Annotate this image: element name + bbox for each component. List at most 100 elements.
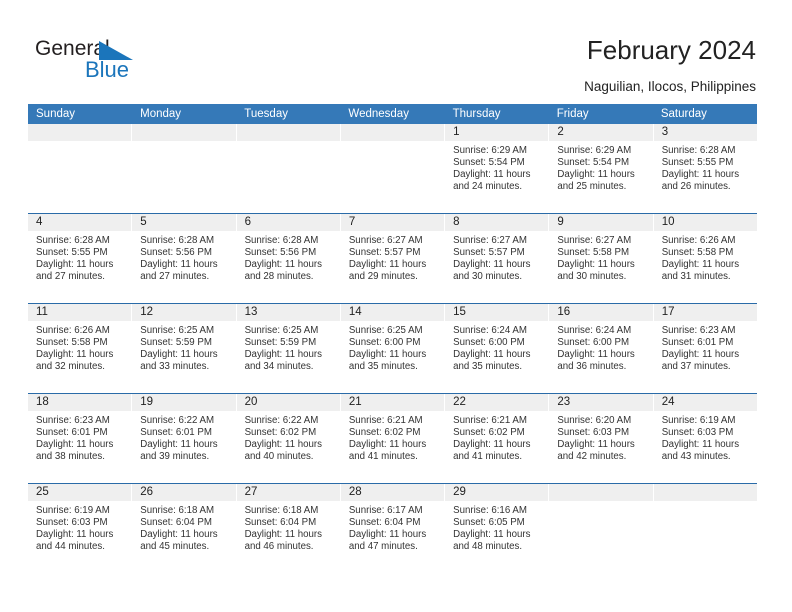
sunset-text: Sunset: 5:58 PM [557, 246, 630, 258]
day-number: 15 [453, 306, 466, 318]
logo-text-blue: Blue [85, 57, 130, 82]
calendar-day-cell[interactable]: 24 Sunrise: 6:19 AM Sunset: 6:03 PM Dayligh… [653, 394, 757, 483]
calendar-day-cell[interactable]: 15 Sunrise: 6:24 AM Sunset: 6:00 PM Dayligh… [445, 304, 550, 393]
calendar-day-cell[interactable]: 1 Sunrise: 6:29 AM Sunset: 5:54 PM Daylight… [445, 124, 550, 213]
daylight-text-line2: and 39 minutes. [140, 450, 210, 462]
sunrise-text: Sunrise: 6:28 AM [661, 145, 736, 156]
day-number: 26 [140, 486, 154, 498]
calendar-day-cell[interactable]: 7 Sunrise: 6:27 AM Sunset: 5:57 PM Daylight… [340, 214, 446, 303]
sunset-text: Sunset: 5:57 PM [348, 246, 421, 258]
day-number-band [445, 124, 549, 141]
day-number: 29 [453, 486, 466, 498]
general-blue-logo[interactable]: General Blue [35, 38, 155, 86]
calendar-grid: Sunday Monday Tuesday Wednesday Thursday Frid… [28, 104, 757, 573]
calendar-day-cell[interactable]: 29 Sunrise: 6:16 AM Sunset: 6:05 PM Dayligh… [445, 484, 550, 573]
day-number: 21 [348, 396, 362, 408]
calendar-week-row: 18 Sunrise: 6:23 AM Sunset: 6:01 PM Dayligh… [28, 393, 757, 483]
sunset-text: Sunset: 6:04 PM [244, 516, 317, 528]
sunrise-text: Sunrise: 6:17 AM [348, 505, 423, 516]
daylight-text-line1: Daylight: 11 hours [140, 438, 218, 450]
calendar-day-cell[interactable]: 18 Sunrise: 6:23 AM Sunset: 6:01 PM Dayligh… [28, 394, 133, 483]
daylight-text-line2: and 24 minutes. [453, 180, 523, 192]
calendar-day-cell[interactable]: 12 Sunrise: 6:25 AM Sunset: 5:59 PM Dayligh… [132, 304, 237, 393]
calendar-day-cell[interactable]: 4 Sunrise: 6:28 AM Sunset: 5:55 PM Daylight… [28, 214, 133, 303]
calendar-day-cell[interactable]: 3 Sunrise: 6:28 AM Sunset: 5:55 PM Daylight… [653, 124, 757, 213]
sunrise-text: Sunrise: 6:24 AM [453, 325, 527, 336]
sunset-text: Sunset: 6:00 PM [348, 336, 421, 348]
calendar-day-cell[interactable]: 6 Sunrise: 6:28 AM Sunset: 5:56 PM Daylight… [236, 214, 341, 303]
daylight-text-line1: Daylight: 11 hours [244, 528, 322, 540]
day-number: 7 [348, 216, 356, 228]
sunrise-text: Sunrise: 6:23 AM [661, 325, 736, 336]
calendar-day-cell[interactable]: 25 Sunrise: 6:19 AM Sunset: 6:03 PM Dayligh… [28, 484, 133, 573]
day-number: 2 [557, 126, 564, 138]
day-number-band [549, 124, 653, 141]
sunset-text: Sunset: 6:04 PM [140, 516, 212, 528]
calendar-week-row: 1 Sunrise: 6:29 AM Sunset: 5:54 PM Daylight… [28, 124, 757, 213]
calendar-day-cell[interactable]: 21 Sunrise: 6:21 AM Sunset: 6:02 PM Dayligh… [340, 394, 446, 483]
sunset-text: Sunset: 6:03 PM [661, 426, 734, 438]
calendar-day-cell[interactable]: 19 Sunrise: 6:22 AM Sunset: 6:01 PM Dayligh… [132, 394, 237, 483]
daylight-text-line1: Daylight: 11 hours [661, 438, 740, 450]
day-details: Sunrise: 6:23 AM Sunset: 6:01 PM Daylight:… [654, 321, 757, 373]
day-number-band [28, 124, 132, 141]
calendar-day-cell[interactable]: 2 Sunrise: 6:29 AM Sunset: 5:54 PM Daylight… [549, 124, 654, 213]
day-number-band [340, 214, 445, 231]
calendar-day-cell[interactable]: 17 Sunrise: 6:23 AM Sunset: 6:01 PM Dayligh… [653, 304, 757, 393]
sunset-text: Sunset: 5:54 PM [453, 156, 525, 168]
daylight-text-line2: and 47 minutes. [348, 540, 418, 552]
daylight-text-line2: and 36 minutes. [557, 360, 627, 372]
day-number: 10 [661, 216, 675, 228]
sunrise-text: Sunrise: 6:20 AM [557, 415, 632, 426]
sunrise-text: Sunrise: 6:25 AM [348, 325, 423, 336]
calendar-day-cell[interactable]: 13 Sunrise: 6:25 AM Sunset: 5:59 PM Dayligh… [236, 304, 341, 393]
daylight-text-line1: Daylight: 11 hours [453, 348, 531, 360]
daylight-text-line2: and 30 minutes. [453, 270, 523, 282]
sunrise-text: Sunrise: 6:28 AM [244, 235, 319, 246]
day-number-band [132, 124, 236, 141]
calendar-day-cell[interactable]: 26 Sunrise: 6:18 AM Sunset: 6:04 PM Dayligh… [132, 484, 237, 573]
day-number: 17 [661, 306, 675, 318]
calendar-day-cell[interactable]: 28 Sunrise: 6:17 AM Sunset: 6:04 PM Dayligh… [340, 484, 446, 573]
calendar-day-cell[interactable]: 8 Sunrise: 6:27 AM Sunset: 5:57 PM Daylight… [445, 214, 550, 303]
day-details: Sunrise: 6:27 AM Sunset: 5:57 PM Daylight:… [445, 231, 548, 283]
calendar-week-cells: 11 Sunrise: 6:26 AM Sunset: 5:58 PM Dayligh… [28, 304, 757, 393]
daylight-text-line1: Daylight: 11 hours [140, 528, 218, 540]
calendar-day-cell[interactable]: 11 Sunrise: 6:26 AM Sunset: 5:58 PM Dayligh… [28, 304, 133, 393]
page-header: General Blue February 2024 Naguilian, Il… [0, 0, 792, 104]
sunrise-text: Sunrise: 6:21 AM [453, 415, 527, 426]
calendar-week-cells: 25 Sunrise: 6:19 AM Sunset: 6:03 PM Dayligh… [28, 484, 757, 573]
day-details: Sunrise: 6:17 AM Sunset: 6:04 PM Daylight:… [341, 501, 444, 553]
day-number-band [340, 124, 445, 141]
calendar-day-cell[interactable]: 9 Sunrise: 6:27 AM Sunset: 5:58 PM Daylight… [549, 214, 654, 303]
sunrise-text: Sunrise: 6:22 AM [244, 415, 319, 426]
calendar-day-cell[interactable]: 20 Sunrise: 6:22 AM Sunset: 6:02 PM Dayligh… [236, 394, 341, 483]
day-details: Sunrise: 6:24 AM Sunset: 6:00 PM Daylight:… [549, 321, 652, 373]
day-number: 1 [453, 126, 460, 138]
calendar-day-cell[interactable]: 27 Sunrise: 6:18 AM Sunset: 6:04 PM Dayligh… [236, 484, 341, 573]
day-number-band [653, 124, 757, 141]
day-number: 27 [244, 486, 258, 498]
day-details: Sunrise: 6:26 AM Sunset: 5:58 PM Daylight:… [28, 321, 131, 373]
sunrise-text: Sunrise: 6:29 AM [453, 145, 527, 156]
calendar-day-cell[interactable]: 10 Sunrise: 6:26 AM Sunset: 5:58 PM Dayligh… [653, 214, 757, 303]
sunrise-text: Sunrise: 6:26 AM [661, 235, 736, 246]
calendar-day-cell[interactable]: 16 Sunrise: 6:24 AM Sunset: 6:00 PM Dayligh… [549, 304, 654, 393]
calendar-day-cell[interactable]: 5 Sunrise: 6:28 AM Sunset: 5:56 PM Daylight… [132, 214, 237, 303]
day-details: Sunrise: 6:25 AM Sunset: 5:59 PM Daylight:… [237, 321, 340, 373]
day-number: 28 [348, 486, 362, 498]
day-number: 18 [36, 396, 49, 408]
day-details: Sunrise: 6:21 AM Sunset: 6:02 PM Daylight:… [445, 411, 548, 463]
calendar-day-cell[interactable]: 14 Sunrise: 6:25 AM Sunset: 6:00 PM Dayligh… [340, 304, 446, 393]
calendar-day-cell[interactable]: 23 Sunrise: 6:20 AM Sunset: 6:03 PM Dayligh… [549, 394, 654, 483]
day-details: Sunrise: 6:19 AM Sunset: 6:03 PM Daylight:… [654, 411, 757, 463]
day-number: 19 [140, 396, 154, 408]
weekday-header-row: Sunday Monday Tuesday Wednesday Thursday Frid… [28, 104, 757, 124]
sunset-text: Sunset: 6:04 PM [348, 516, 421, 528]
day-number: 5 [140, 216, 147, 228]
daylight-text-line1: Daylight: 11 hours [140, 348, 218, 360]
sunrise-text: Sunrise: 6:24 AM [557, 325, 632, 336]
calendar-day-cell[interactable]: 22 Sunrise: 6:21 AM Sunset: 6:02 PM Dayligh… [445, 394, 550, 483]
day-number: 12 [140, 306, 154, 318]
sunrise-text: Sunrise: 6:18 AM [244, 505, 319, 516]
